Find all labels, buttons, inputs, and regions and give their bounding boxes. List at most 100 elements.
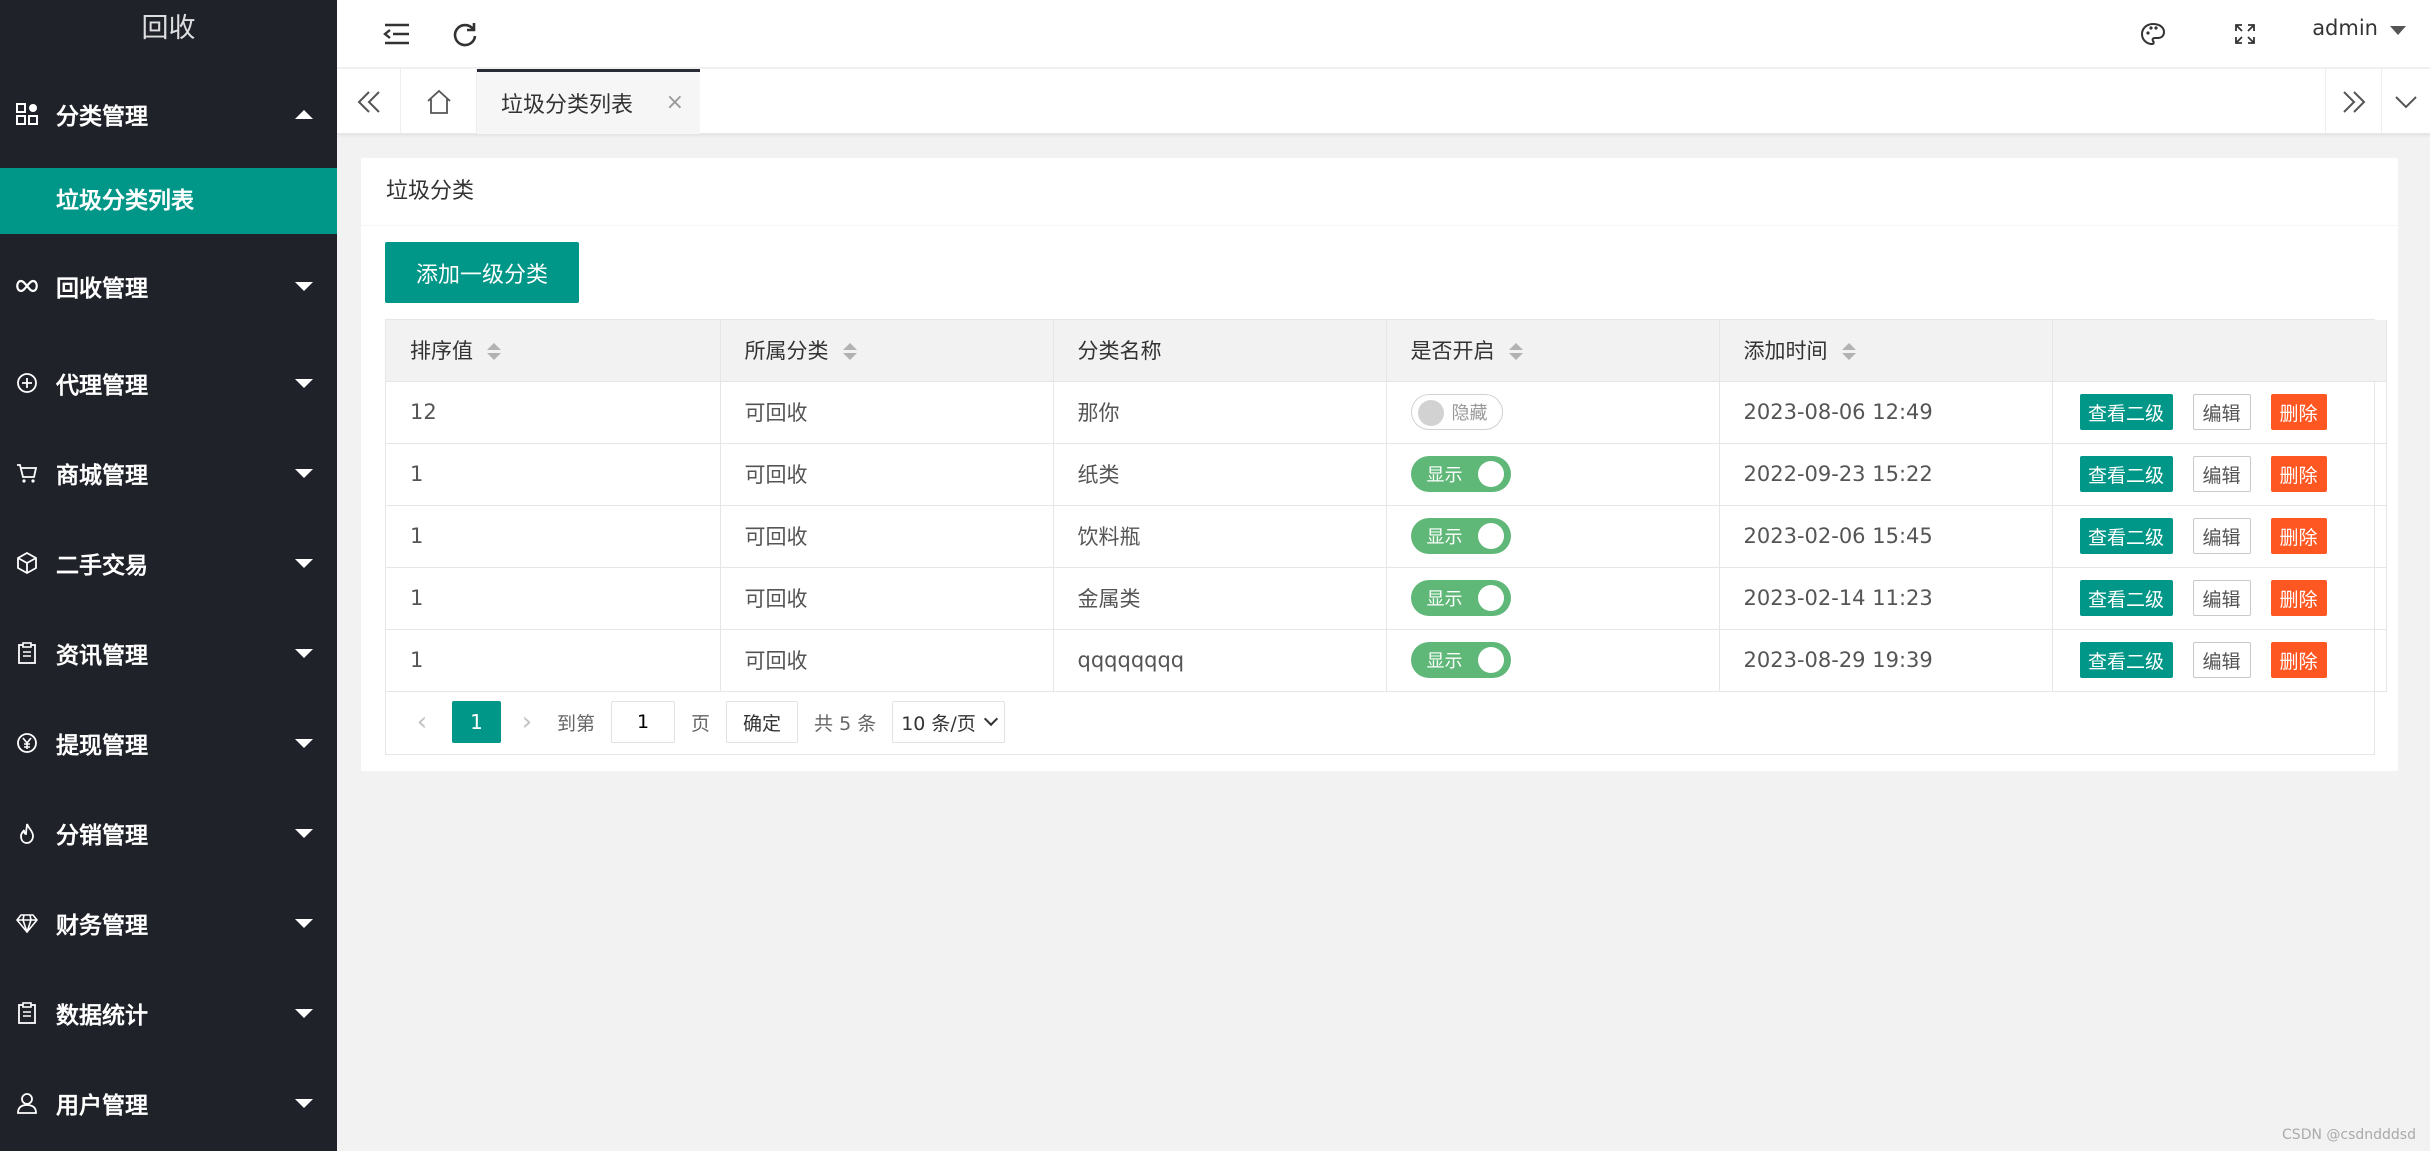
delete-button[interactable]: 删除 (2270, 580, 2327, 616)
sidebar-item-label: 用户管理 (56, 1093, 148, 1119)
sidebar-item-distribution[interactable]: 分销管理 (0, 788, 337, 878)
status-toggle[interactable]: 显示 (1410, 580, 1511, 616)
user-icon (14, 1090, 40, 1116)
cell-name: 金属类 (1053, 567, 1387, 630)
cell-parent: 可回收 (720, 443, 1054, 506)
sidebar-item-mall[interactable]: 商城管理 (0, 428, 337, 518)
yen-circle-icon (14, 730, 40, 756)
refresh-icon[interactable] (445, 14, 485, 54)
sidebar-item-category[interactable]: 分类管理 (0, 60, 337, 168)
chevron-down-icon (295, 379, 313, 388)
table-row: 1 可回收 qqqqqqqq 显示 2023-08-29 19:39 查看二级编… (386, 629, 2387, 692)
category-table: 排序值 所属分类 分类名称 是否开启 添加时间 12 可回收 那你 隐藏 202… (385, 319, 2387, 755)
user-menu[interactable]: admin (2312, 16, 2378, 40)
edit-button[interactable]: 编辑 (2192, 518, 2251, 554)
sidebar-item-finance[interactable]: 财务管理 (0, 878, 337, 968)
sidebar-item-agent[interactable]: 代理管理 (0, 338, 337, 428)
delete-button[interactable]: 删除 (2270, 456, 2327, 492)
sidebar-item-statistics[interactable]: 数据统计 (0, 968, 337, 1058)
home-icon[interactable] (401, 69, 477, 134)
infinity-icon (14, 273, 40, 299)
table-row: 1 可回收 饮料瓶 显示 2023-02-06 15:45 查看二级 编辑 删除 (386, 505, 2387, 568)
cell-status: 显示 (1386, 443, 1720, 506)
tabs-bar: 垃圾分类列表 × (337, 69, 2430, 134)
column-header-sort[interactable]: 排序值 (386, 320, 721, 382)
cell-sort: 1 (386, 567, 721, 630)
view-children-button[interactable]: 查看二级 (2079, 642, 2173, 678)
menu-fold-icon[interactable] (377, 14, 417, 54)
view-children-button[interactable]: 查看二级 (2079, 518, 2173, 554)
sidebar-subitem-garbage-list[interactable]: 垃圾分类列表 (0, 168, 337, 234)
edit-button[interactable]: 编辑 (2192, 456, 2251, 492)
cell-parent: 可回收 (720, 567, 1054, 630)
sidebar-item-label: 回收管理 (56, 276, 148, 302)
status-toggle[interactable]: 显示 (1410, 456, 1511, 492)
view-children-button[interactable]: 查看二级 (2079, 580, 2173, 616)
sidebar-item-users[interactable]: 用户管理 (0, 1058, 337, 1148)
delete-button[interactable]: 删除 (2270, 518, 2327, 554)
tab-garbage-list[interactable]: 垃圾分类列表 × (477, 69, 700, 134)
sidebar-item-second-hand[interactable]: 二手交易 (0, 518, 337, 608)
sidebar-item-label: 分销管理 (56, 823, 148, 849)
sidebar-item-label: 财务管理 (56, 913, 148, 939)
tabs-menu-chevron-down-icon[interactable] (2381, 69, 2430, 134)
page-size-select[interactable]: 10 条/页 (892, 701, 1005, 743)
status-toggle[interactable]: 显示 (1410, 518, 1511, 554)
goto-confirm-button[interactable]: 确定 (726, 701, 799, 743)
column-header-time[interactable]: 添加时间 (1719, 320, 2053, 382)
plus-circle-icon (14, 370, 40, 396)
sort-icon[interactable] (1841, 343, 1856, 361)
fire-icon (14, 820, 40, 846)
cell-time: 2023-02-06 15:45 (1719, 505, 2053, 568)
chevron-down-icon (295, 469, 313, 478)
edit-button[interactable]: 编辑 (2192, 394, 2251, 430)
sidebar-item-label: 代理管理 (56, 373, 148, 399)
page-current[interactable]: 1 (452, 701, 501, 743)
cell-actions: 查看二级 编辑 删除 (2052, 381, 2387, 444)
palette-icon[interactable] (2133, 14, 2173, 54)
view-children-button[interactable]: 查看二级 (2079, 394, 2173, 430)
status-toggle[interactable]: 隐藏 (1410, 394, 1503, 430)
cell-sort: 1 (386, 443, 721, 506)
sidebar-item-label: 提现管理 (56, 733, 148, 759)
sort-icon[interactable] (842, 343, 857, 361)
prev-page-icon[interactable]: ‹ (410, 707, 434, 737)
cell-status: 显示 (1386, 567, 1720, 630)
view-children-button[interactable]: 查看二级 (2079, 456, 2173, 492)
column-header-enabled[interactable]: 是否开启 (1386, 320, 1720, 382)
diamond-icon (14, 910, 40, 936)
cell-status: 显示 (1386, 629, 1720, 692)
edit-button[interactable]: 编辑 (2192, 642, 2251, 678)
chevron-down-icon (295, 1009, 313, 1018)
delete-button[interactable]: 删除 (2270, 394, 2327, 430)
sort-icon[interactable] (487, 343, 501, 361)
cell-sort: 1 (386, 505, 721, 568)
goto-page-input[interactable] (611, 701, 676, 743)
table-row: 1 可回收 金属类 显示 2023-02-14 11:23 查看二级 编辑 删除 (386, 567, 2387, 630)
sort-icon[interactable] (1508, 343, 1523, 361)
close-icon[interactable]: × (666, 90, 684, 115)
sidebar-item-news[interactable]: 资讯管理 (0, 608, 337, 698)
tabs-scroll-left-icon[interactable] (337, 69, 401, 134)
column-header-parent[interactable]: 所属分类 (720, 320, 1054, 382)
edit-button[interactable]: 编辑 (2192, 580, 2251, 616)
next-page-icon[interactable]: › (515, 707, 539, 737)
fullscreen-icon[interactable] (2225, 14, 2265, 54)
sidebar-item-withdraw[interactable]: 提现管理 (0, 698, 337, 788)
status-toggle[interactable]: 显示 (1410, 642, 1511, 678)
cell-name: qqqqqqqq (1053, 629, 1387, 692)
chevron-down-icon (295, 649, 313, 658)
box-icon (14, 550, 40, 576)
chevron-down-icon (295, 1099, 313, 1108)
add-category-button[interactable]: 添加一级分类 (385, 242, 579, 303)
clipboard-icon (14, 1000, 40, 1026)
cell-status: 显示 (1386, 505, 1720, 568)
delete-button[interactable]: 删除 (2270, 642, 2327, 678)
chevron-down-icon (295, 829, 313, 838)
sidebar: 回收 分类管理 垃圾分类列表 回收管理 代理管理 商城管理 二手交易 资讯管理 … (0, 0, 337, 1151)
cell-time: 2023-02-14 11:23 (1719, 567, 2053, 630)
cell-parent: 可回收 (720, 629, 1054, 692)
sidebar-item-recycle[interactable]: 回收管理 (0, 234, 337, 338)
tabs-scroll-right-icon[interactable] (2325, 69, 2381, 134)
cell-time: 2022-09-23 15:22 (1719, 443, 2053, 506)
